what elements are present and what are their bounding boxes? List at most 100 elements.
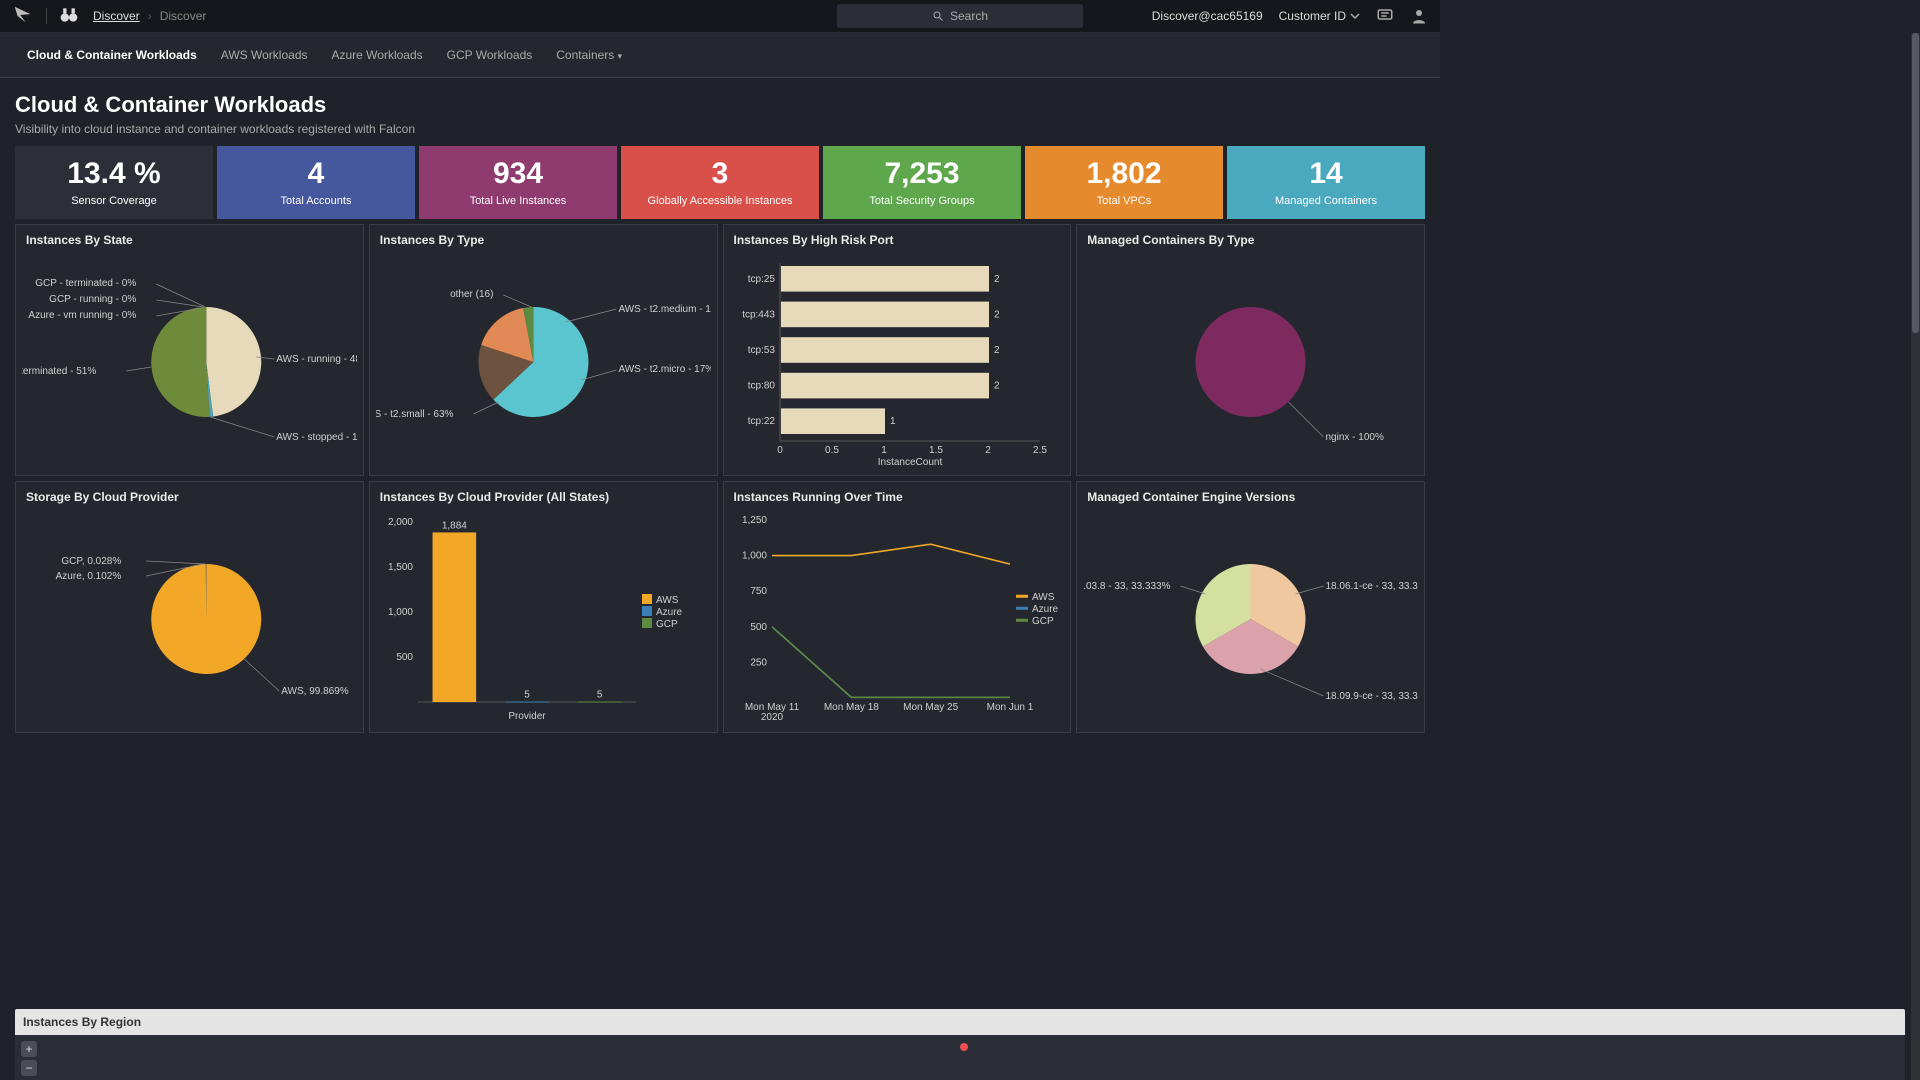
- svg-text:Azure - vm running - 0%: Azure - vm running - 0%: [28, 310, 136, 321]
- chat-icon[interactable]: [1376, 7, 1394, 25]
- svg-text:tcp:25: tcp:25: [747, 274, 775, 285]
- chart-body: AWS - running - 48%AWS - stopped - 1%AWS…: [22, 255, 357, 469]
- svg-text:1.5: 1.5: [929, 445, 943, 456]
- chart-card-storage-by-cloud-provider[interactable]: Storage By Cloud Provider AWS, 99.869% Azu…: [15, 481, 364, 733]
- svg-text:Azure, 0.102%: Azure, 0.102%: [56, 571, 122, 582]
- chevron-down-icon: [1350, 11, 1360, 21]
- customer-id-dropdown[interactable]: Customer ID: [1279, 9, 1360, 23]
- svg-text:GCP: GCP: [656, 619, 678, 630]
- nav-tab-1[interactable]: AWS Workloads: [209, 34, 320, 76]
- svg-text:2,000: 2,000: [388, 517, 413, 528]
- svg-text:2: 2: [994, 345, 1000, 356]
- svg-text:tcp:53: tcp:53: [747, 345, 775, 356]
- kpi-card-4[interactable]: 7,253 Total Security Groups: [823, 146, 1021, 219]
- svg-text:19.03.8 - 33, 33.333%: 19.03.8 - 33, 33.333%: [1083, 581, 1171, 592]
- svg-text:AWS - t2.medium - 17%: AWS - t2.medium - 17%: [618, 304, 711, 315]
- chart-card-instances-by-high-risk-port[interactable]: Instances By High Risk Port00.511.522.5I…: [723, 224, 1072, 476]
- kpi-label: Globally Accessible Instances: [648, 195, 793, 207]
- nav-tab-3[interactable]: GCP Workloads: [435, 34, 545, 76]
- svg-text:tcp:80: tcp:80: [747, 381, 775, 392]
- kpi-row: 13.4 % Sensor Coverage4 Total Accounts93…: [0, 146, 1440, 224]
- nav-tab-2[interactable]: Azure Workloads: [320, 34, 435, 76]
- svg-text:2: 2: [994, 381, 1000, 392]
- map-zoom-out-button[interactable]: −: [21, 1060, 37, 1076]
- chart-card-instances-by-state[interactable]: Instances By StateAWS - running - 48%AWS…: [15, 224, 364, 476]
- kpi-value: 13.4 %: [67, 159, 160, 189]
- svg-text:2020: 2020: [760, 712, 783, 723]
- binoculars-icon[interactable]: [59, 5, 79, 28]
- kpi-card-5[interactable]: 1,802 Total VPCs: [1025, 146, 1223, 219]
- svg-text:AWS - running - 48%: AWS - running - 48%: [276, 354, 357, 365]
- kpi-card-6[interactable]: 14 Managed Containers: [1227, 146, 1425, 219]
- kpi-card-3[interactable]: 3 Globally Accessible Instances: [621, 146, 819, 219]
- account-label[interactable]: Discover@cac65169: [1152, 9, 1263, 23]
- svg-text:18.09.9-ce - 33, 33.333%: 18.09.9-ce - 33, 33.333%: [1326, 691, 1419, 702]
- svg-text:0.5: 0.5: [825, 445, 839, 456]
- user-icon[interactable]: [1410, 7, 1428, 25]
- svg-text:AWS: AWS: [656, 595, 679, 606]
- region-section: Instances By Region + −: [15, 1009, 1905, 1080]
- svg-text:GCP: GCP: [1032, 616, 1054, 627]
- kpi-label: Total VPCs: [1097, 195, 1151, 207]
- svg-text:18.06.1-ce - 33, 33.333%: 18.06.1-ce - 33, 33.333%: [1326, 581, 1419, 592]
- chart-card-instances-by-type[interactable]: Instances By TypeAWS - t2.small - 63%AWS…: [369, 224, 718, 476]
- chart-title: Managed Container Engine Versions: [1077, 482, 1424, 512]
- breadcrumb-root[interactable]: Discover: [93, 9, 140, 23]
- chevron-down-icon: ▾: [618, 51, 623, 61]
- chart-body: 18.06.1-ce - 33, 33.333% 18.09.9-ce - 33,…: [1083, 512, 1418, 726]
- scrollbar-thumb[interactable]: [1912, 33, 1919, 333]
- svg-text:GCP - terminated - 0%: GCP - terminated - 0%: [35, 278, 136, 289]
- svg-text:2: 2: [994, 274, 1000, 285]
- kpi-value: 1,802: [1086, 159, 1161, 189]
- kpi-value: 934: [493, 159, 543, 189]
- kpi-label: Total Live Instances: [470, 195, 567, 207]
- kpi-card-0[interactable]: 13.4 % Sensor Coverage: [15, 146, 213, 219]
- svg-text:0: 0: [777, 445, 783, 456]
- svg-text:1,000: 1,000: [741, 551, 766, 562]
- kpi-card-2[interactable]: 934 Total Live Instances: [419, 146, 617, 219]
- chart-card-instances-by-cloud-provider[interactable]: Instances By Cloud Provider (All States)…: [369, 481, 718, 733]
- svg-text:tcp:22: tcp:22: [747, 416, 775, 427]
- svg-text:GCP - running - 0%: GCP - running - 0%: [49, 294, 136, 305]
- svg-text:750: 750: [750, 586, 767, 597]
- kpi-label: Managed Containers: [1275, 195, 1377, 207]
- page-scrollbar[interactable]: [1911, 33, 1920, 1080]
- chart-body: AWS - t2.small - 63%AWS - t2.micro - 17%…: [376, 255, 711, 469]
- kpi-card-1[interactable]: 4 Total Accounts: [217, 146, 415, 219]
- chart-body: AWS, 99.869% Azure, 0.102% GCP, 0.028%: [22, 512, 357, 726]
- svg-text:1: 1: [890, 416, 896, 427]
- falcon-logo-icon[interactable]: [12, 4, 34, 29]
- svg-text:1,250: 1,250: [741, 515, 766, 526]
- chart-title: Storage By Cloud Provider: [16, 482, 363, 512]
- search-placeholder: Search: [950, 9, 988, 23]
- svg-text:Azure: Azure: [656, 607, 683, 618]
- page-subtitle: Visibility into cloud instance and conta…: [15, 122, 1425, 136]
- top-bar: Discover › Discover Search Discover@cac6…: [0, 0, 1440, 33]
- chart-card-managed-container-engine-versions[interactable]: Managed Container Engine Versions18.06.1…: [1076, 481, 1425, 733]
- svg-text:5: 5: [597, 690, 603, 701]
- svg-text:InstanceCount: InstanceCount: [877, 457, 942, 468]
- chart-body: 2505007501,0001,250Mon May 112020Mon May…: [730, 512, 1065, 726]
- svg-text:AWS - stopped - 1%: AWS - stopped - 1%: [276, 432, 357, 443]
- region-map[interactable]: + −: [15, 1035, 1905, 1080]
- search-icon: [932, 10, 944, 22]
- svg-text:tcp:443: tcp:443: [742, 309, 775, 320]
- page-title: Cloud & Container Workloads: [15, 92, 1425, 118]
- svg-text:AWS, 99.869%: AWS, 99.869%: [281, 686, 349, 697]
- topbar-right: Discover@cac65169 Customer ID: [1152, 7, 1428, 25]
- chevron-right-icon: ›: [148, 9, 152, 23]
- page-header: Cloud & Container Workloads Visibility i…: [0, 78, 1440, 146]
- chart-card-managed-containers-by-type[interactable]: Managed Containers By Typenginx - 100%: [1076, 224, 1425, 476]
- map-zoom-in-button[interactable]: +: [21, 1041, 37, 1057]
- chart-body: 5001,0001,5002,0001,88455ProviderAWSAzur…: [376, 512, 711, 726]
- svg-text:AWS - t2.micro - 17%: AWS - t2.micro - 17%: [618, 364, 711, 375]
- svg-text:other (16): other (16): [450, 289, 493, 300]
- nav-tab-4[interactable]: Containers ▾: [544, 34, 634, 76]
- nav-tab-0[interactable]: Cloud & Container Workloads: [15, 34, 209, 76]
- topbar-left: Discover › Discover: [12, 4, 206, 29]
- chart-card-instances-running-over-time[interactable]: Instances Running Over Time2505007501,00…: [723, 481, 1072, 733]
- breadcrumb: Discover › Discover: [93, 9, 206, 23]
- search-input[interactable]: Search: [837, 4, 1083, 28]
- svg-text:GCP, 0.028%: GCP, 0.028%: [61, 556, 121, 567]
- svg-text:2: 2: [994, 309, 1000, 320]
